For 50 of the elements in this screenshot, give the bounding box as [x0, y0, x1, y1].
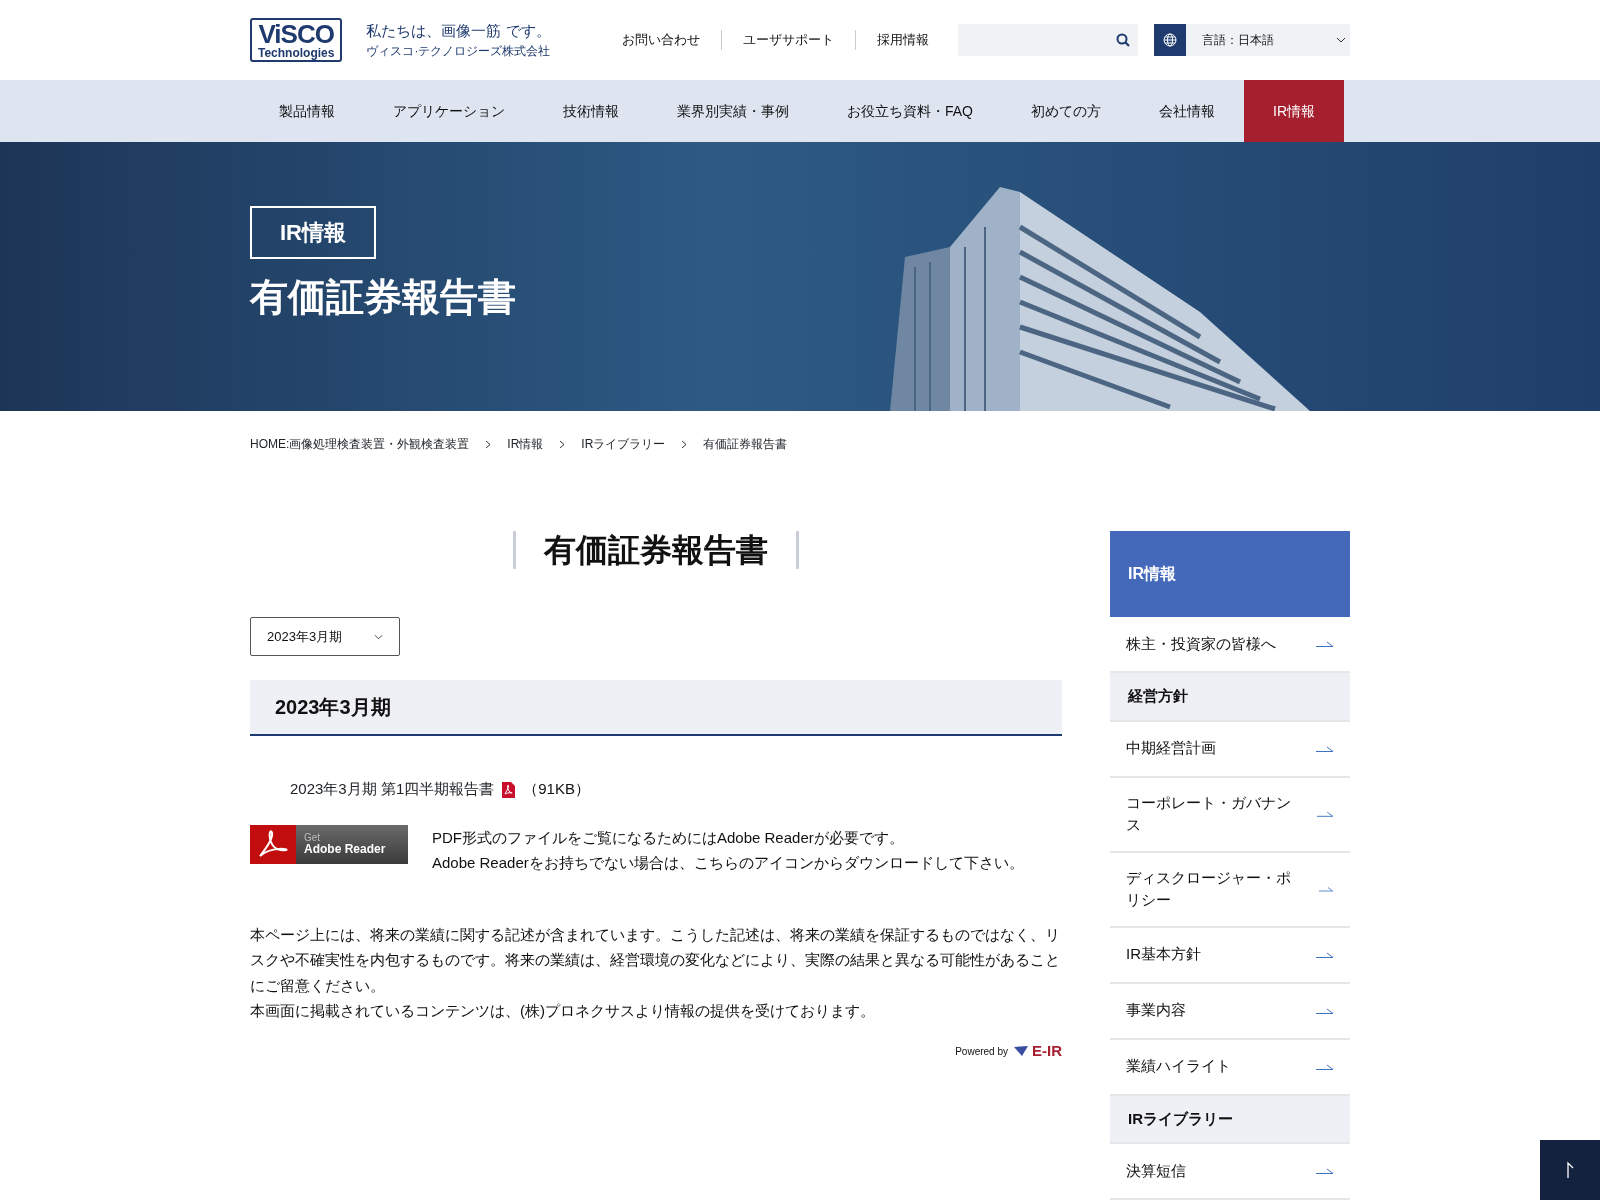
sidebar-section-heading: IRライブラリー	[1110, 1095, 1350, 1144]
back-to-top-button[interactable]	[1540, 1140, 1600, 1200]
nav-tab[interactable]: IR情報	[1244, 80, 1344, 142]
eir-logo: E-IR	[1012, 1039, 1062, 1063]
powered-by-label: Powered by	[955, 1044, 1008, 1059]
breadcrumb-link[interactable]: IRライブラリー	[581, 435, 666, 453]
sidebar-link[interactable]: 中期経営計画	[1110, 721, 1350, 778]
acrobat-icon	[258, 830, 288, 859]
sidebar-title: IR情報	[1128, 564, 1176, 584]
search-field[interactable]	[958, 24, 1138, 56]
sidebar-link[interactable]: IR基本方針	[1110, 927, 1350, 984]
breadcrumb-link[interactable]: HOME:画像処理検査装置・外観検査装置	[250, 435, 470, 453]
period-select[interactable]: 2023年3月期	[250, 617, 400, 657]
sidebar-link[interactable]: コーポレート・ガバナンス	[1110, 777, 1350, 853]
sidebar-link[interactable]: ディスクロージャー・ポリシー	[1110, 852, 1350, 928]
sidebar-link[interactable]: 事業内容	[1110, 983, 1350, 1040]
nav-tab[interactable]: 技術情報	[534, 80, 648, 142]
chevron-down-icon	[374, 633, 383, 640]
company-name: ヴィスコ·テクノロジーズ株式会社	[366, 43, 551, 61]
tagline: 私たちは、画像一筋 です。	[366, 20, 551, 41]
adobe-notice-text: Adobe Readerをお持ちでない場合は、こちらのアイコンからダウンロードして下さい。	[432, 853, 1024, 874]
breadcrumb-link[interactable]: IR情報	[507, 435, 544, 453]
sidebar-section-heading: 経営方針	[1110, 673, 1350, 722]
disclaimer-text: 本ページ上には、将来の業績に関する記述が含まれています。こうした記述は、将来の業績を保証するものではなく、リスクや不確実性を内包するものです。将来の業績は、経営環境の変化などにより、実際の結果と異なる可能性があることにご留意ください。	[250, 924, 1061, 996]
search-icon	[1116, 33, 1130, 47]
nav-tab[interactable]: お役立ち資料・FAQ	[818, 80, 1002, 142]
nav-tab[interactable]: 初めての方	[1002, 80, 1130, 142]
nav-tab[interactable]: 製品情報	[250, 80, 364, 142]
header-link[interactable]: ユーザサポート	[721, 30, 855, 50]
hero-title: 有価証券報告書	[250, 275, 517, 320]
header-link[interactable]: お問い合わせ	[601, 30, 721, 50]
document-link[interactable]: 2023年3月期 第1四半期報告書	[290, 778, 495, 801]
header-link[interactable]: 採用情報	[855, 30, 950, 50]
nav-tab[interactable]: 会社情報	[1130, 80, 1244, 142]
adobe-notice-text: PDF形式のファイルをご覧になるためにはAdobe Readerが必要です。	[432, 827, 905, 848]
file-size: （91KB）	[523, 779, 590, 800]
logo[interactable]: ViSCO Technologies	[250, 18, 343, 62]
sidebar-link[interactable]: 決算短信	[1110, 1144, 1350, 1200]
page-title: 有価証券報告書	[513, 531, 799, 570]
section-heading: 2023年3月期	[250, 680, 1062, 737]
globe-icon	[1163, 33, 1177, 47]
disclaimer-text: 本画面に掲載されているコンテンツは、(株)プロネクサスより情報の提供を受けております。	[250, 1001, 876, 1022]
language-select[interactable]: 言語：日本語	[1186, 24, 1350, 56]
nav-tab[interactable]: アプリケーション	[364, 80, 534, 142]
pdf-icon	[502, 781, 516, 798]
get-adobe-reader-button[interactable]: Get Adobe Reader	[250, 824, 408, 864]
nav-tab[interactable]: 業界別実績・事例	[648, 80, 818, 142]
chevron-down-icon	[1336, 37, 1346, 43]
breadcrumb-current-page: 有価証券報告書	[703, 436, 788, 453]
hero-badge: IR情報	[250, 206, 376, 259]
